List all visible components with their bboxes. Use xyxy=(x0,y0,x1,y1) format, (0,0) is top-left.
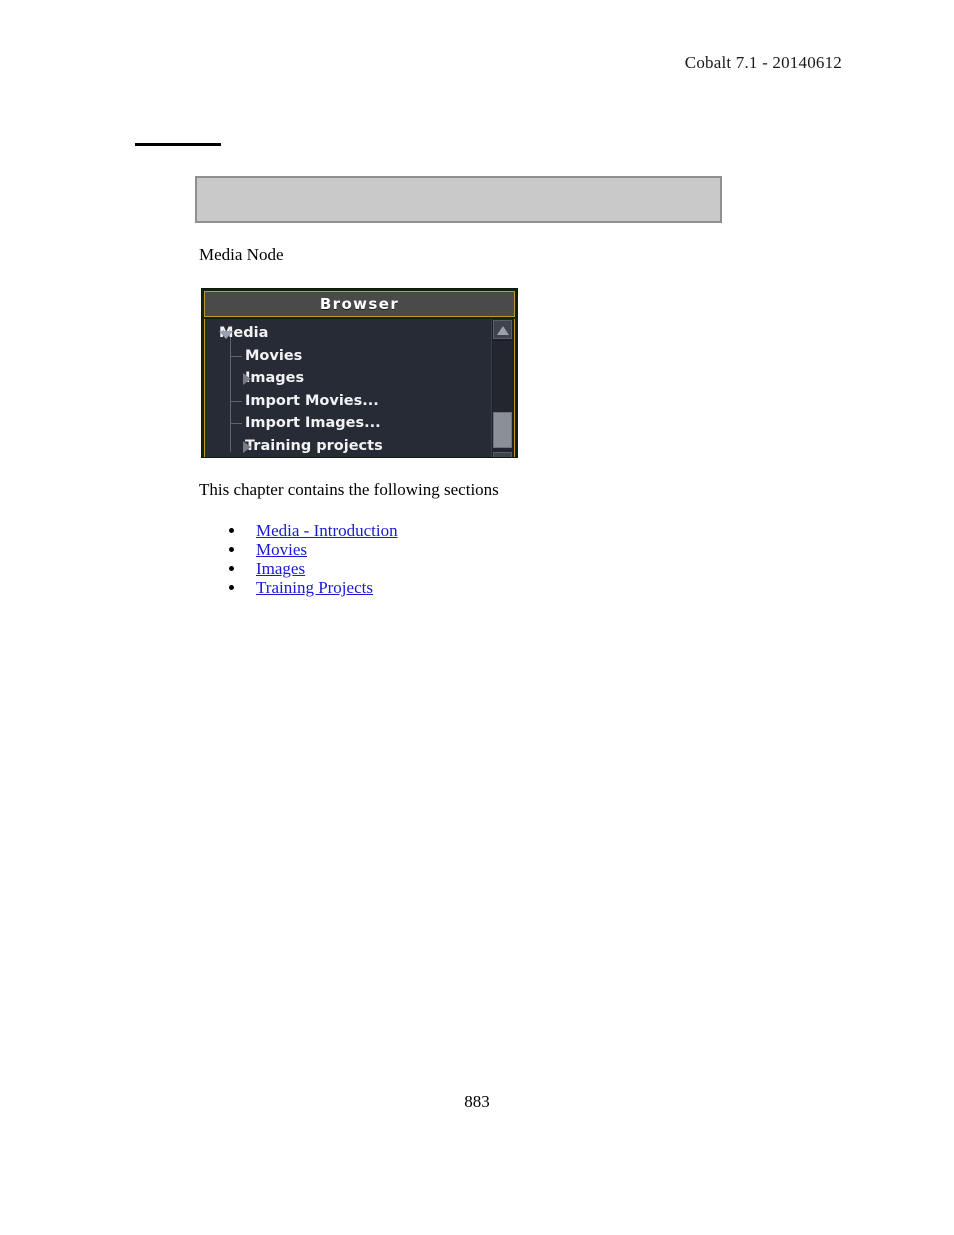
section-divider-rule xyxy=(135,143,221,146)
tree-item-label: Movies xyxy=(245,347,303,364)
tree-item-label: Import Images... xyxy=(245,415,381,432)
link-media-introduction[interactable]: Media - Introduction xyxy=(256,521,398,540)
link-training-projects[interactable]: Training Projects xyxy=(256,578,373,597)
chevron-right-icon[interactable] xyxy=(243,373,251,385)
browser-titlebar: Browser xyxy=(204,291,515,317)
page-header-version: Cobalt 7.1 - 20140612 xyxy=(684,53,842,72)
tree-item-label: Import Movies... xyxy=(245,392,379,409)
chevron-right-icon[interactable] xyxy=(243,440,251,453)
section-link-list: Media - Introduction Movies Images Train… xyxy=(226,521,398,597)
tree-item-import-images[interactable]: Import Images... xyxy=(205,412,491,435)
link-movies[interactable]: Movies xyxy=(256,540,307,559)
list-item: Images xyxy=(226,559,398,578)
page-number: 883 xyxy=(464,1092,490,1111)
scroll-up-arrow-icon[interactable] xyxy=(493,320,512,339)
figure-caption: Media Node xyxy=(199,245,284,264)
tree-item-training-projects[interactable]: Training projects xyxy=(205,435,491,458)
browser-title-label: Browser xyxy=(319,295,400,313)
tree-item-media[interactable]: Media xyxy=(205,322,491,345)
browser-panel-figure: Browser Media Movies Images Import Movie… xyxy=(201,288,518,458)
media-tree: Media Movies Images Import Movies... Imp… xyxy=(205,319,491,457)
browser-scrollbar[interactable] xyxy=(491,319,514,457)
browser-panel-body: Media Movies Images Import Movies... Imp… xyxy=(204,319,515,457)
scrollbar-thumb[interactable] xyxy=(493,412,512,448)
tree-item-label: Images xyxy=(245,370,305,387)
tree-item-import-movies[interactable]: Import Movies... xyxy=(205,390,491,413)
scroll-down-arrow-icon[interactable] xyxy=(493,452,512,457)
link-images[interactable]: Images xyxy=(256,559,305,578)
browser-panel-inner: Browser Media Movies Images Import Movie… xyxy=(204,291,515,457)
list-item: Movies xyxy=(226,540,398,559)
list-item: Media - Introduction xyxy=(226,521,398,540)
tree-branch-icon xyxy=(230,423,242,424)
tree-branch-icon xyxy=(230,400,242,402)
tree-item-movies[interactable]: Movies xyxy=(205,345,491,368)
tree-branch-icon xyxy=(230,355,242,357)
lead-paragraph: This chapter contains the following sect… xyxy=(199,480,499,499)
list-item: Training Projects xyxy=(226,578,398,597)
tree-item-label: Training projects xyxy=(245,437,383,454)
title-banner-box xyxy=(195,176,722,223)
chevron-down-icon[interactable] xyxy=(219,331,233,339)
tree-item-images[interactable]: Images xyxy=(205,367,491,390)
